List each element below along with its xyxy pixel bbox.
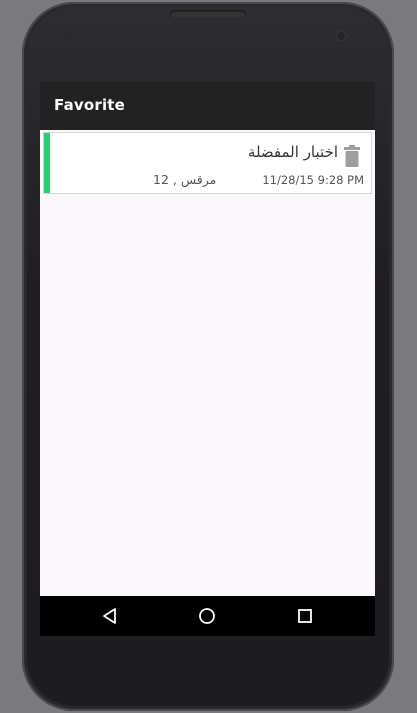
- favorite-item-title: اختبار المفضلة: [247, 143, 338, 161]
- app-title: Favorite: [54, 96, 126, 114]
- earpiece-speaker: [170, 10, 246, 18]
- favorite-item[interactable]: اختبار المفضلة مرقس , 12 11/28/15 9:28 P…: [43, 132, 372, 194]
- front-camera: [335, 30, 347, 42]
- favorite-item-location: مرقس , 12: [153, 172, 217, 187]
- phone-screen: Favorite اختبار المفضلة مرقس , 12 11/28/…: [40, 82, 375, 636]
- favorite-item-accent-bar: [44, 133, 50, 193]
- back-triangle-icon[interactable]: [100, 606, 120, 626]
- system-nav-bar: [40, 596, 375, 636]
- favorite-item-date: 11/28/15 9:28 PM: [262, 173, 364, 187]
- app-bar: Favorite: [40, 82, 375, 130]
- favorites-list: اختبار المفضلة مرقس , 12 11/28/15 9:28 P…: [40, 130, 375, 596]
- trash-icon[interactable]: [343, 145, 361, 167]
- home-circle-icon[interactable]: [197, 606, 217, 626]
- proximity-sensor: [64, 32, 72, 40]
- recents-square-icon[interactable]: [295, 606, 315, 626]
